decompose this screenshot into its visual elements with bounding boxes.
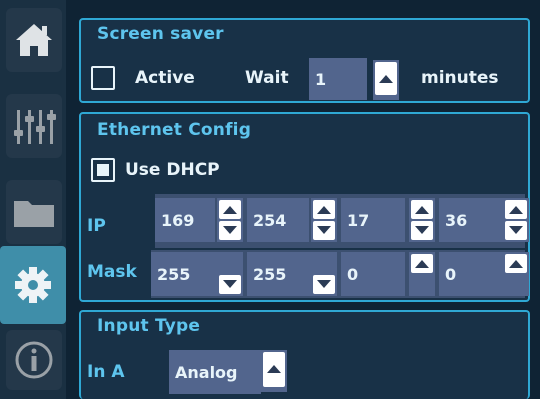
ip-label: IP	[87, 216, 106, 236]
sliders-icon	[14, 110, 56, 144]
nav-settings-sliders[interactable]	[6, 94, 62, 158]
folder-icon	[14, 201, 54, 227]
input-a-select[interactable]: Analog	[169, 350, 261, 394]
nav-settings[interactable]	[0, 246, 66, 324]
ip-octet-3-stepper[interactable]	[409, 198, 435, 242]
arrow-up-icon	[509, 205, 523, 214]
arrow-down-icon	[223, 280, 237, 289]
ip-octet-4-stepper[interactable]	[503, 198, 529, 242]
ip-octet-1-stepper[interactable]	[217, 198, 243, 242]
home-icon	[16, 24, 52, 56]
mask-octet-4[interactable]: 0	[439, 252, 503, 296]
sidebar	[0, 0, 66, 399]
arrow-up-icon	[415, 205, 429, 214]
arrow-up-icon	[379, 74, 393, 83]
arrow-down-icon	[223, 226, 237, 235]
ip-octet-2[interactable]: 254	[247, 198, 309, 242]
wait-minutes-field[interactable]: 1	[309, 58, 367, 100]
mask-octet-1[interactable]: 255	[151, 252, 217, 296]
use-dhcp-label: Use DHCP	[125, 160, 220, 180]
ip-octet-1[interactable]: 169	[155, 198, 215, 242]
mask-octet-4-stepper[interactable]	[503, 252, 529, 296]
input-type-title: Input Type	[97, 316, 201, 336]
ip-octet-4[interactable]: 36	[439, 198, 503, 242]
ip-octet-3[interactable]: 17	[341, 198, 405, 242]
ethernet-title: Ethernet Config	[97, 120, 252, 140]
mask-octet-3-stepper[interactable]	[409, 252, 435, 296]
mask-octet-3[interactable]: 0	[341, 252, 405, 296]
screen-saver-title: Screen saver	[97, 24, 224, 44]
wait-increment-button[interactable]	[373, 60, 399, 100]
nav-files[interactable]	[6, 180, 62, 244]
gear-icon	[15, 267, 51, 303]
arrow-down-icon	[317, 280, 331, 289]
nav-home[interactable]	[6, 8, 62, 72]
arrow-up-icon	[415, 259, 429, 268]
wait-label: Wait	[245, 68, 289, 88]
arrow-up-icon	[509, 259, 523, 268]
mask-octet-1-stepper[interactable]	[217, 252, 243, 296]
arrow-down-icon	[415, 226, 429, 235]
input-type-panel: Input Type In A Analog	[79, 310, 530, 399]
mask-label: Mask	[87, 262, 137, 282]
mask-octet-2[interactable]: 255	[247, 252, 311, 296]
active-label: Active	[135, 68, 195, 88]
ethernet-panel: Ethernet Config Use DHCP IP 169 254 17 3…	[79, 112, 530, 302]
use-dhcp-checkbox[interactable]	[91, 158, 115, 182]
arrow-down-icon	[509, 226, 523, 235]
arrow-up-icon	[317, 205, 331, 214]
input-a-cycle-button[interactable]	[261, 350, 287, 392]
input-a-label: In A	[87, 362, 125, 382]
minutes-label: minutes	[421, 68, 499, 88]
mask-octet-2-stepper[interactable]	[311, 252, 337, 296]
arrow-up-icon	[267, 365, 281, 374]
screen-saver-panel: Screen saver Active Wait 1 minutes	[79, 18, 530, 103]
arrow-up-icon	[223, 205, 237, 214]
arrow-down-icon	[317, 226, 331, 235]
screen-saver-active-checkbox[interactable]	[91, 66, 115, 90]
ip-octet-2-stepper[interactable]	[311, 198, 337, 242]
nav-info[interactable]	[6, 330, 62, 390]
info-icon	[15, 341, 53, 379]
